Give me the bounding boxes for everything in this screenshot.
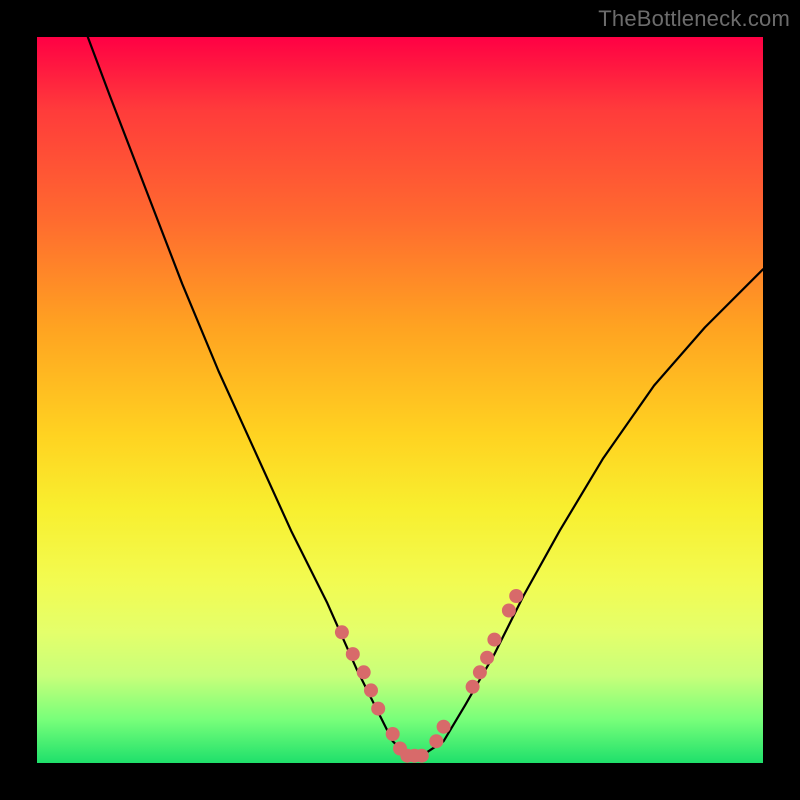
data-point (473, 665, 487, 679)
data-point (357, 665, 371, 679)
data-point (415, 749, 429, 763)
data-point (509, 589, 523, 603)
watermark-text: TheBottleneck.com (598, 6, 790, 32)
data-point (437, 720, 451, 734)
data-point (502, 604, 516, 618)
data-point (480, 651, 494, 665)
data-point (429, 734, 443, 748)
data-point (487, 633, 501, 647)
chart-overlay (0, 0, 800, 800)
data-point (386, 727, 400, 741)
chart-frame: TheBottleneck.com (0, 0, 800, 800)
data-point (466, 680, 480, 694)
data-point (346, 647, 360, 661)
curve-path (88, 37, 763, 756)
data-point (364, 683, 378, 697)
data-point (371, 702, 385, 716)
data-point (335, 625, 349, 639)
